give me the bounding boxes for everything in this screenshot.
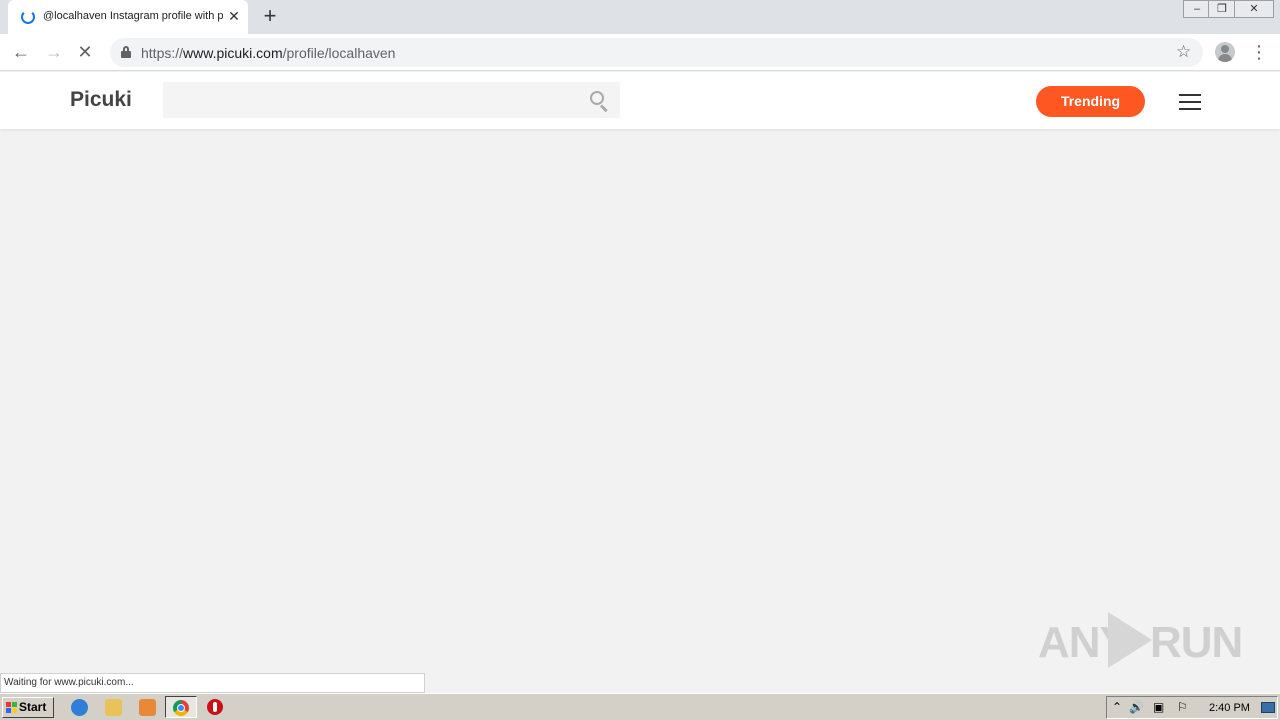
minimize-button[interactable]: – bbox=[1183, 0, 1211, 18]
url-text[interactable]: https://www.picuki.com/profile/localhave… bbox=[141, 45, 395, 61]
show-hidden-icons-icon[interactable]: ⌃ bbox=[1112, 700, 1122, 714]
forward-button[interactable]: → bbox=[42, 40, 66, 64]
restore-button[interactable]: ❐ bbox=[1208, 0, 1236, 18]
media-player-icon[interactable] bbox=[139, 699, 156, 716]
url-scheme: https:// bbox=[141, 45, 184, 61]
address-bar[interactable]: https://www.picuki.com/profile/localhave… bbox=[110, 38, 1203, 67]
site-logo[interactable]: Picuki bbox=[70, 88, 132, 112]
start-label: Start bbox=[19, 700, 47, 714]
browser-toolbar: ← → ✕ https://www.picuki.com/profile/loc… bbox=[0, 34, 1280, 71]
url-path: /profile/localhaven bbox=[282, 45, 396, 61]
url-host: www.picuki.com bbox=[183, 45, 283, 61]
browser-tab[interactable]: @localhaven Instagram profile with p ✕ bbox=[8, 0, 248, 34]
tab-close-button[interactable]: ✕ bbox=[226, 8, 242, 24]
close-window-button[interactable]: ✕ bbox=[1234, 0, 1274, 18]
search-input[interactable] bbox=[163, 82, 620, 118]
start-button[interactable]: Start bbox=[2, 697, 54, 718]
network-icon[interactable]: ▣ bbox=[1153, 700, 1164, 714]
loading-spinner-icon bbox=[21, 10, 35, 24]
system-tray: ⌃ 🔊 ▣ ⚐ 2:40 PM bbox=[1106, 696, 1278, 719]
site-header: Picuki Trending bbox=[0, 72, 1280, 129]
file-explorer-icon[interactable] bbox=[105, 699, 122, 716]
search-icon[interactable] bbox=[590, 91, 610, 113]
taskbar: Start ⌃ 🔊 ▣ ⚐ 2:40 PM bbox=[0, 693, 1280, 720]
stop-loading-button[interactable]: ✕ bbox=[73, 40, 97, 64]
action-center-flag-icon[interactable]: ⚐ bbox=[1177, 700, 1188, 714]
back-button[interactable]: ← bbox=[9, 40, 33, 64]
clock[interactable]: 2:40 PM bbox=[1209, 702, 1250, 714]
tab-strip: @localhaven Instagram profile with p ✕ +… bbox=[0, 0, 1280, 34]
browser-menu-button[interactable]: ⋮ bbox=[1250, 40, 1268, 64]
trending-button[interactable]: Trending bbox=[1036, 86, 1145, 117]
hamburger-menu-icon[interactable] bbox=[1179, 94, 1201, 110]
play-logo-icon bbox=[1108, 612, 1152, 668]
page-content bbox=[0, 130, 1280, 673]
new-tab-button[interactable]: + bbox=[258, 5, 282, 29]
anyrun-watermark: ANY RUN bbox=[1038, 612, 1243, 670]
taskbar-chrome-button[interactable] bbox=[165, 696, 197, 718]
show-desktop-icon[interactable] bbox=[1261, 702, 1275, 713]
internet-explorer-icon[interactable] bbox=[71, 699, 88, 716]
chrome-icon bbox=[173, 700, 189, 716]
profile-avatar-icon[interactable] bbox=[1215, 42, 1235, 62]
watermark-text-right: RUN bbox=[1150, 618, 1243, 667]
volume-icon[interactable]: 🔊 bbox=[1129, 700, 1144, 714]
bookmark-star-icon[interactable]: ☆ bbox=[1176, 42, 1191, 62]
lock-icon[interactable] bbox=[121, 46, 131, 58]
opera-icon[interactable] bbox=[207, 699, 223, 715]
tab-title: @localhaven Instagram profile with p bbox=[43, 10, 223, 22]
status-bar: Waiting for www.picuki.com... bbox=[0, 673, 425, 693]
windows-logo-icon bbox=[6, 702, 17, 713]
